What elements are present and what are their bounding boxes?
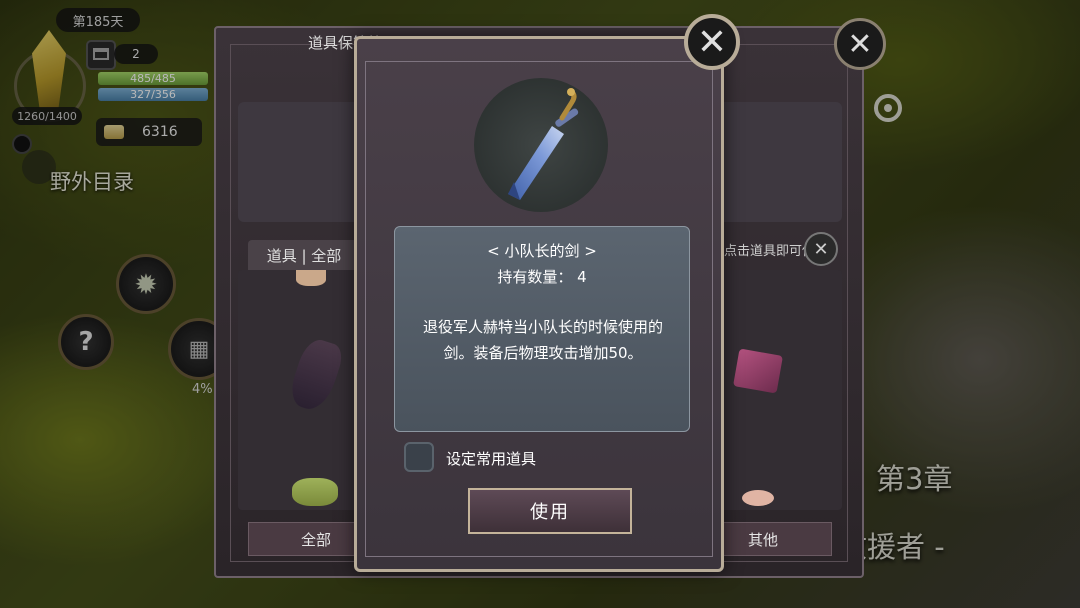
close-icon: ✕	[847, 26, 873, 62]
favorite-item-checkbox[interactable]	[404, 442, 434, 472]
item-petal-icon[interactable]	[742, 490, 774, 506]
close-icon: ✕	[696, 21, 728, 63]
favorite-item-label[interactable]: 设定常用道具	[446, 448, 536, 469]
tab-items-all[interactable]: 道具 | 全部	[248, 240, 360, 270]
dialog-close-button[interactable]: ✕	[684, 14, 740, 70]
item-name: < 小队长的剑 >	[487, 242, 597, 260]
inventory-close-button[interactable]: ✕	[834, 18, 886, 70]
item-image	[474, 78, 608, 212]
close-icon: ✕	[813, 238, 829, 260]
item-scroll-icon[interactable]	[296, 270, 326, 286]
use-button[interactable]: 使用	[468, 488, 632, 534]
item-herb-icon[interactable]	[292, 478, 338, 506]
sword-icon	[508, 88, 579, 200]
close-hint-button[interactable]: ✕	[804, 232, 838, 266]
item-gem-icon[interactable]	[733, 348, 783, 394]
item-description: 退役军人赫特当小队长的时候使用的剑。装备后物理攻击增加50。	[422, 318, 663, 362]
item-quantity: 持有数量： 4	[497, 268, 587, 286]
